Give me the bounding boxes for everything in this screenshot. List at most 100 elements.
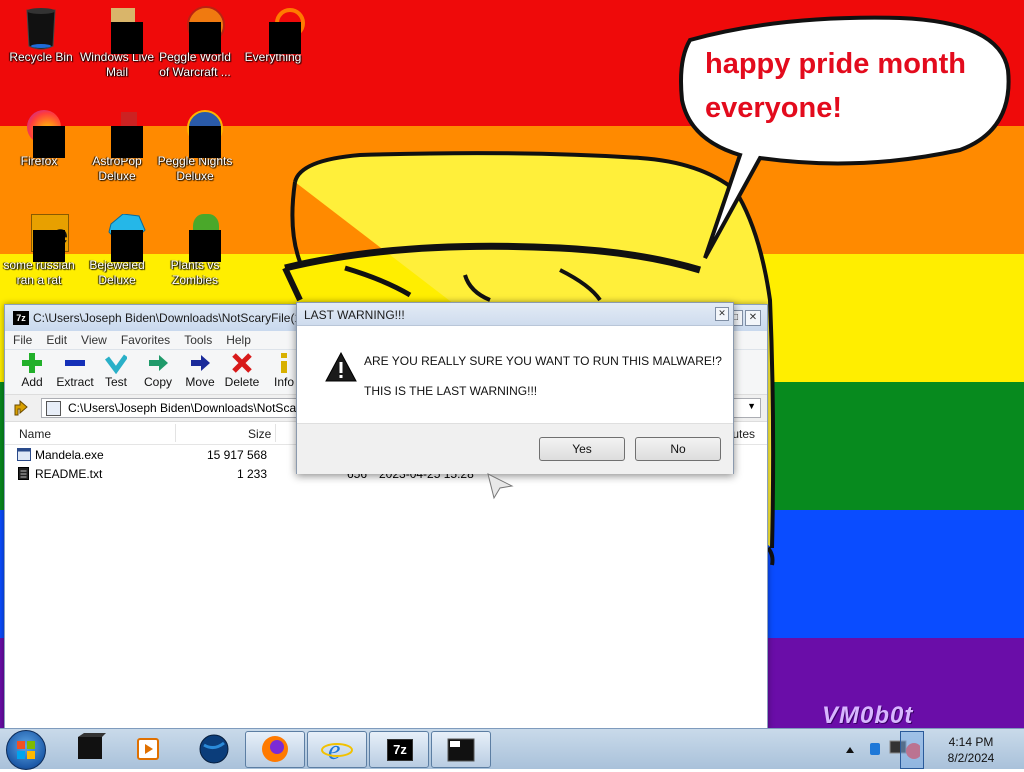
desktop-icon-peggle-wow[interactable]: Peggle World of Warcraft ... bbox=[156, 6, 234, 80]
tray-highlight bbox=[900, 731, 924, 769]
delete-button[interactable]: Delete bbox=[220, 352, 264, 389]
gem-icon bbox=[97, 214, 146, 262]
window-icon bbox=[447, 738, 475, 762]
file-name: Mandela.exe bbox=[35, 448, 104, 462]
exe-file-icon bbox=[17, 448, 31, 461]
check-icon bbox=[105, 354, 127, 374]
info-icon bbox=[281, 353, 287, 373]
desktop-icon-label: some russian ran a rat bbox=[3, 258, 75, 287]
minus-icon bbox=[65, 360, 85, 366]
taskbar-firefox[interactable] bbox=[245, 731, 305, 768]
desktop-icon-label: Plants vs Zombies bbox=[170, 258, 220, 287]
menu-edit[interactable]: Edit bbox=[38, 331, 73, 347]
test-button[interactable]: Test bbox=[94, 352, 138, 389]
yes-button[interactable]: Yes bbox=[539, 437, 625, 461]
desktop-icon-peggle-nights[interactable]: Peggle Nights Deluxe bbox=[156, 110, 234, 184]
desktop-icon-label: Windows Live Mail bbox=[79, 50, 155, 79]
globe-icon bbox=[199, 734, 229, 764]
ie-icon: e bbox=[19, 214, 69, 262]
media-player-icon bbox=[137, 738, 159, 760]
file-size: 1 233 bbox=[236, 467, 267, 481]
desktop-icon-label: Peggle Nights Deluxe bbox=[157, 154, 233, 183]
desktop-icon-russian-rat[interactable]: e some russian ran a rat bbox=[0, 214, 78, 288]
taskbar-window[interactable] bbox=[431, 731, 491, 768]
dialog-button-bar: Yes No bbox=[297, 423, 733, 474]
desktop-icon-label: Bejeweled Deluxe bbox=[89, 258, 145, 287]
copy-button[interactable]: Copy bbox=[136, 352, 180, 389]
taskbar-terminal[interactable] bbox=[70, 731, 110, 766]
desktop-icon-firefox[interactable]: Firefox bbox=[0, 110, 78, 169]
taskbar-ie[interactable]: e bbox=[307, 731, 367, 768]
game-icon bbox=[97, 110, 143, 158]
desktop-icon-everything[interactable]: Everything bbox=[234, 6, 312, 65]
desktop-icon-astropop[interactable]: AstroPop Deluxe bbox=[78, 110, 156, 184]
desktop-icon-recycle-bin[interactable]: Recycle Bin bbox=[2, 6, 80, 65]
menu-file[interactable]: File bbox=[5, 331, 38, 347]
menu-view[interactable]: View bbox=[73, 331, 113, 347]
plus-icon bbox=[22, 353, 42, 373]
column-size[interactable]: Size bbox=[248, 427, 271, 441]
move-arrow-icon bbox=[191, 355, 210, 371]
no-button[interactable]: No bbox=[635, 437, 721, 461]
dialog-body: ARE YOU REALLY SURE YOU WANT TO RUN THIS… bbox=[297, 326, 733, 424]
column-name[interactable]: Name bbox=[19, 427, 51, 441]
svg-text:e: e bbox=[328, 735, 340, 766]
extract-button-label: Extract bbox=[56, 375, 94, 389]
move-button-label: Move bbox=[185, 375, 215, 389]
character-head-edge bbox=[290, 181, 302, 263]
folder-up-icon[interactable] bbox=[13, 399, 31, 417]
7zip-app-icon: 7z bbox=[13, 311, 29, 325]
recycle-bin-icon bbox=[21, 6, 61, 50]
taskbar-clock[interactable]: 4:14 PM 8/2/2024 bbox=[924, 734, 1018, 766]
menu-help[interactable]: Help bbox=[218, 331, 257, 347]
move-button[interactable]: Move bbox=[178, 352, 222, 389]
watermark-text: VM0b0t bbox=[822, 702, 914, 728]
desktop-icon-label: AstroPop Deluxe bbox=[92, 154, 142, 183]
taskbar-media-player[interactable] bbox=[128, 731, 168, 766]
desktop-icon-label: Peggle World of Warcraft ... bbox=[159, 50, 231, 79]
plant-icon bbox=[175, 214, 221, 262]
tray-app-icon bbox=[870, 743, 880, 755]
dialog-title: LAST WARNING!!! bbox=[304, 308, 405, 322]
archive-icon bbox=[46, 401, 61, 416]
taskbar-7zip[interactable]: 7z bbox=[369, 731, 429, 768]
desktop-icon-windows-live-mail[interactable]: Windows Live Mail bbox=[78, 6, 156, 80]
text-file-icon bbox=[18, 467, 29, 480]
desktop-icon-pvz[interactable]: Plants vs Zombies bbox=[156, 214, 234, 288]
taskbar-globe[interactable] bbox=[192, 731, 236, 766]
clock-date: 8/2/2024 bbox=[947, 751, 995, 765]
warning-icon bbox=[325, 352, 357, 382]
clock-time: 4:14 PM bbox=[948, 735, 994, 749]
copy-arrow-icon bbox=[149, 355, 168, 371]
test-button-label: Test bbox=[104, 375, 127, 389]
chevron-up-icon bbox=[846, 747, 854, 753]
delete-button-label: Delete bbox=[224, 375, 260, 389]
dialog-titlebar[interactable]: LAST WARNING!!! ✕ bbox=[297, 303, 733, 326]
desktop-icon-bejeweled[interactable]: Bejeweled Deluxe bbox=[78, 214, 156, 288]
desktop-icon-label: Recycle Bin bbox=[9, 50, 73, 64]
game-icon bbox=[175, 6, 225, 54]
game-icon bbox=[175, 110, 223, 158]
speech-bubble-text: happy pride month everyone! bbox=[705, 48, 966, 124]
7zip-icon: 7z bbox=[387, 739, 413, 761]
7zip-window-title: C:\Users\Joseph Biden\Downloads\NotScary… bbox=[33, 311, 302, 325]
close-button[interactable]: ✕ bbox=[745, 310, 761, 326]
add-button[interactable]: Add bbox=[10, 352, 54, 389]
extract-button[interactable]: Extract bbox=[53, 352, 97, 389]
add-button-label: Add bbox=[21, 375, 43, 389]
firefox-icon bbox=[262, 736, 288, 762]
warning-dialog[interactable]: LAST WARNING!!! ✕ ARE YOU REALLY SURE YO… bbox=[296, 302, 734, 474]
dialog-submessage: THIS IS THE LAST WARNING!!! bbox=[364, 384, 538, 398]
copy-button-label: Copy bbox=[143, 375, 172, 389]
taskbar: e 7z 4:14 PM 8/2/2024 bbox=[0, 728, 1024, 770]
chevron-down-icon[interactable]: ▼ bbox=[747, 401, 756, 411]
firefox-icon bbox=[19, 110, 65, 158]
dialog-message: ARE YOU REALLY SURE YOU WANT TO RUN THIS… bbox=[364, 354, 722, 368]
menu-tools[interactable]: Tools bbox=[176, 331, 218, 347]
dialog-close-button[interactable]: ✕ bbox=[715, 307, 729, 321]
terminal-icon bbox=[78, 733, 106, 759]
ie-icon: e bbox=[321, 735, 353, 766]
address-path: C:\Users\Joseph Biden\Downloads\NotScar bbox=[68, 401, 301, 415]
start-button[interactable] bbox=[6, 730, 46, 770]
menu-favorites[interactable]: Favorites bbox=[113, 331, 176, 347]
